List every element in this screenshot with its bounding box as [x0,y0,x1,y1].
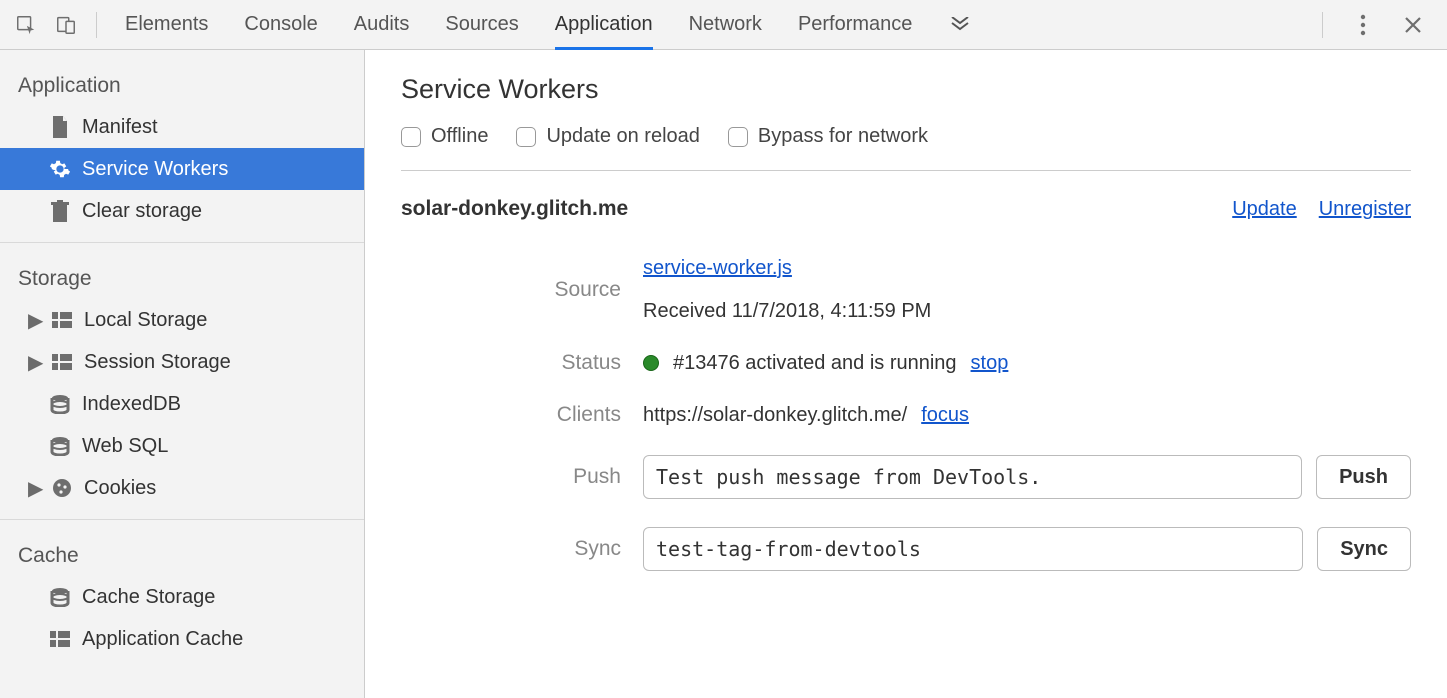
section-cache: Cache [0,530,364,576]
clients-label: Clients [401,403,621,427]
push-input[interactable] [643,455,1302,499]
manifest-icon [48,115,72,139]
kebab-menu-icon[interactable] [1345,7,1381,43]
origin-row: solar-donkey.glitch.me Update Unregister [401,197,1411,221]
sidebar-item-cookies[interactable]: ▶ Cookies [0,467,364,509]
expand-arrow-icon: ▶ [28,476,40,501]
received-text: Received 11/7/2018, 4:11:59 PM [643,300,931,323]
devtools-tabbar: Elements Console Audits Sources Applicat… [0,0,1447,50]
focus-link[interactable]: focus [921,404,969,427]
divider [96,12,97,38]
unregister-link[interactable]: Unregister [1319,198,1411,221]
inspect-icon[interactable] [8,7,44,43]
expand-arrow-icon: ▶ [28,308,40,333]
sidebar-item-label: Session Storage [84,351,231,374]
panel-title: Service Workers [401,74,1411,105]
tab-application[interactable]: Application [555,0,653,49]
sidebar-item-clear-storage[interactable]: Clear storage [0,190,364,232]
status-label: Status [401,351,621,375]
update-link[interactable]: Update [1232,198,1297,221]
service-workers-panel: Service Workers Offline Update on reload… [365,50,1447,698]
checkbox-icon [516,127,536,147]
database-icon [48,392,72,416]
sidebar-item-service-workers[interactable]: Service Workers [0,148,364,190]
source-row: Source service-worker.js Received 11/7/2… [401,257,1411,323]
source-link[interactable]: service-worker.js [643,257,792,279]
tab-console[interactable]: Console [244,0,317,49]
tab-sources[interactable]: Sources [445,0,518,49]
tab-network[interactable]: Network [689,0,762,49]
sidebar-item-label: IndexedDB [82,393,181,416]
sidebar-item-label: Web SQL [82,435,168,458]
sidebar-item-local-storage[interactable]: ▶ Local Storage [0,299,364,341]
section-storage: Storage [0,253,364,299]
sidebar-item-label: Manifest [82,116,158,139]
sw-options-row: Offline Update on reload Bypass for netw… [401,125,1411,171]
offline-checkbox[interactable]: Offline [401,125,488,148]
sidebar-item-label: Clear storage [82,200,202,223]
tab-audits[interactable]: Audits [354,0,410,49]
sidebar-item-application-cache[interactable]: Application Cache [0,618,364,660]
checkbox-icon [401,127,421,147]
stop-link[interactable]: stop [971,352,1009,375]
tab-elements[interactable]: Elements [125,0,208,49]
client-url: https://solar-donkey.glitch.me/ [643,404,907,427]
status-running-icon [643,355,659,371]
checkbox-icon [728,127,748,147]
update-on-reload-checkbox[interactable]: Update on reload [516,125,699,148]
divider [1322,12,1323,38]
main-split: Application Manifest Service Workers Cle… [0,50,1447,698]
clear-icon [48,199,72,223]
sidebar-item-label: Cookies [84,477,156,500]
sync-button[interactable]: Sync [1317,527,1411,571]
sidebar-item-label: Local Storage [84,309,207,332]
push-label: Push [401,465,621,489]
bypass-for-network-checkbox[interactable]: Bypass for network [728,125,928,148]
grid-icon [50,308,74,332]
sync-row: Sync Sync [401,527,1411,571]
push-button[interactable]: Push [1316,455,1411,499]
sync-label: Sync [401,537,621,561]
sync-input[interactable] [643,527,1303,571]
checkbox-label: Bypass for network [758,125,928,148]
divider [0,519,364,520]
sidebar-item-label: Service Workers [82,158,228,181]
application-sidebar: Application Manifest Service Workers Cle… [0,50,365,698]
sidebar-item-session-storage[interactable]: ▶ Session Storage [0,341,364,383]
source-label: Source [401,278,621,302]
grid-icon [48,627,72,651]
status-text: #13476 activated and is running [673,352,957,375]
divider [0,242,364,243]
checkbox-label: Offline [431,125,488,148]
checkbox-label: Update on reload [546,125,699,148]
database-icon [48,434,72,458]
push-row: Push Push [401,455,1411,499]
origin-text: solar-donkey.glitch.me [401,197,628,221]
gear-icon [48,157,72,181]
sidebar-item-manifest[interactable]: Manifest [0,106,364,148]
status-row: Status #13476 activated and is running s… [401,351,1411,375]
tab-performance[interactable]: Performance [798,0,913,49]
grid-icon [50,350,74,374]
device-toggle-icon[interactable] [48,7,84,43]
panel-tabs: Elements Console Audits Sources Applicat… [125,0,1310,49]
sidebar-item-label: Application Cache [82,628,243,651]
cookie-icon [50,476,74,500]
expand-arrow-icon: ▶ [28,350,40,375]
section-application: Application [0,60,364,106]
sidebar-item-cache-storage[interactable]: Cache Storage [0,576,364,618]
clients-row: Clients https://solar-donkey.glitch.me/ … [401,403,1411,427]
sidebar-item-label: Cache Storage [82,586,215,609]
sidebar-item-indexeddb[interactable]: IndexedDB [0,383,364,425]
close-icon[interactable] [1395,7,1431,43]
sidebar-item-websql[interactable]: Web SQL [0,425,364,467]
database-icon [48,585,72,609]
tabs-overflow-icon[interactable] [948,0,972,49]
